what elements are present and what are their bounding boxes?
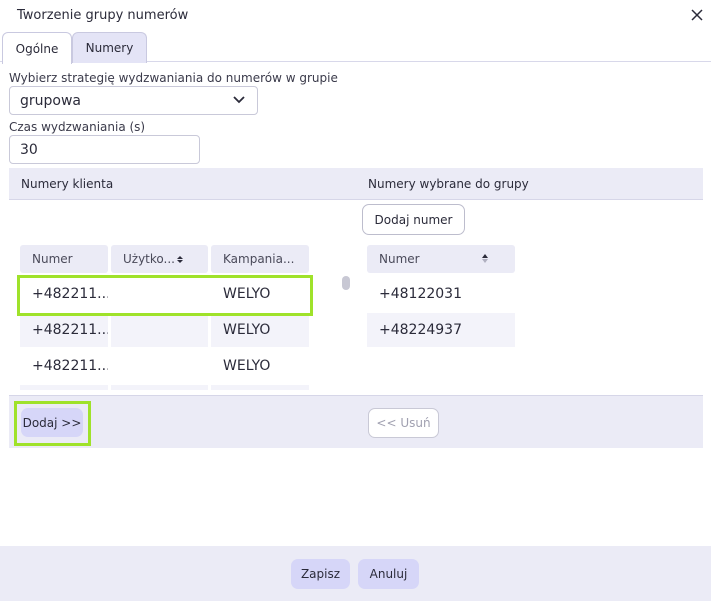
tab-general[interactable]: Ogólne [2,32,72,64]
table-row-2-campaign[interactable]: WELYO [211,313,309,347]
close-icon [691,9,703,21]
column-header-numer[interactable]: Numer [20,245,108,273]
time-input[interactable] [9,135,200,164]
cancel-button[interactable]: Anuluj [358,559,419,589]
column-header-campaign[interactable]: Kampania... [211,245,309,273]
close-button[interactable] [686,4,708,26]
save-button[interactable]: Zapisz [291,559,350,589]
selected-numbers-header: Numery wybrane do grupy [368,177,529,191]
numbers-section-header: Numery klienta Numery wybrane do grupy [9,168,703,200]
dialog-footer: Zapisz Anuluj [0,546,711,601]
table-row-2-user[interactable] [111,313,208,347]
sort-icon [177,256,183,263]
add-number-button[interactable]: Dodaj numer [362,204,465,235]
table-row-1-user[interactable] [111,277,208,311]
strategy-value: grupowa [20,92,81,109]
table-row-1-numer[interactable]: +482211... [20,277,108,311]
selected-column-header-label: Numer [379,252,420,266]
column-header-user-label: Użytko... [123,252,175,266]
client-numbers-grid: Numer Użytko... Kampania... +482211... W… [20,245,310,390]
table-row-1-campaign[interactable]: WELYO [211,277,309,311]
strategy-select[interactable]: grupowa [9,86,258,115]
table-row-2-numer[interactable]: +482211... [20,313,108,347]
strategy-label: Wybierz strategię wydzwaniania do numeró… [9,71,338,85]
create-number-group-dialog: Tworzenie grupy numerów Ogólne Numery Wy… [0,0,711,601]
transfer-actions-bar [9,395,703,448]
selected-row-2-numer[interactable]: +48224937 [367,313,515,347]
sort-icon [482,254,488,263]
client-numbers-header: Numery klienta [21,177,114,191]
selected-column-header-numer[interactable]: Numer [367,245,515,273]
add-to-group-button[interactable]: Dodaj >> [21,408,83,437]
chevron-down-icon [233,96,245,104]
table-row-4-user[interactable] [111,385,208,390]
column-header-user[interactable]: Użytko... [111,245,208,273]
selected-numbers-grid: Numer +48122031 +48224937 [367,245,515,350]
tab-bar: Ogólne Numery [0,31,711,64]
table-row-3-numer[interactable]: +482211... [20,349,108,383]
table-row-3-user[interactable] [111,349,208,383]
table-row-4-campaign[interactable] [211,385,309,390]
tab-numbers[interactable]: Numery [72,32,147,63]
dialog-title-bar: Tworzenie grupy numerów [0,0,711,31]
selected-row-1-numer[interactable]: +48122031 [367,277,515,311]
table-row-3-campaign[interactable]: WELYO [211,349,309,383]
time-label: Czas wydzwaniania (s) [9,120,146,134]
remove-from-group-button[interactable]: << Usuń [368,408,439,438]
table-row-4-numer[interactable] [20,385,108,390]
scrollbar-thumb[interactable] [342,276,350,290]
dialog-title: Tworzenie grupy numerów [17,8,189,23]
